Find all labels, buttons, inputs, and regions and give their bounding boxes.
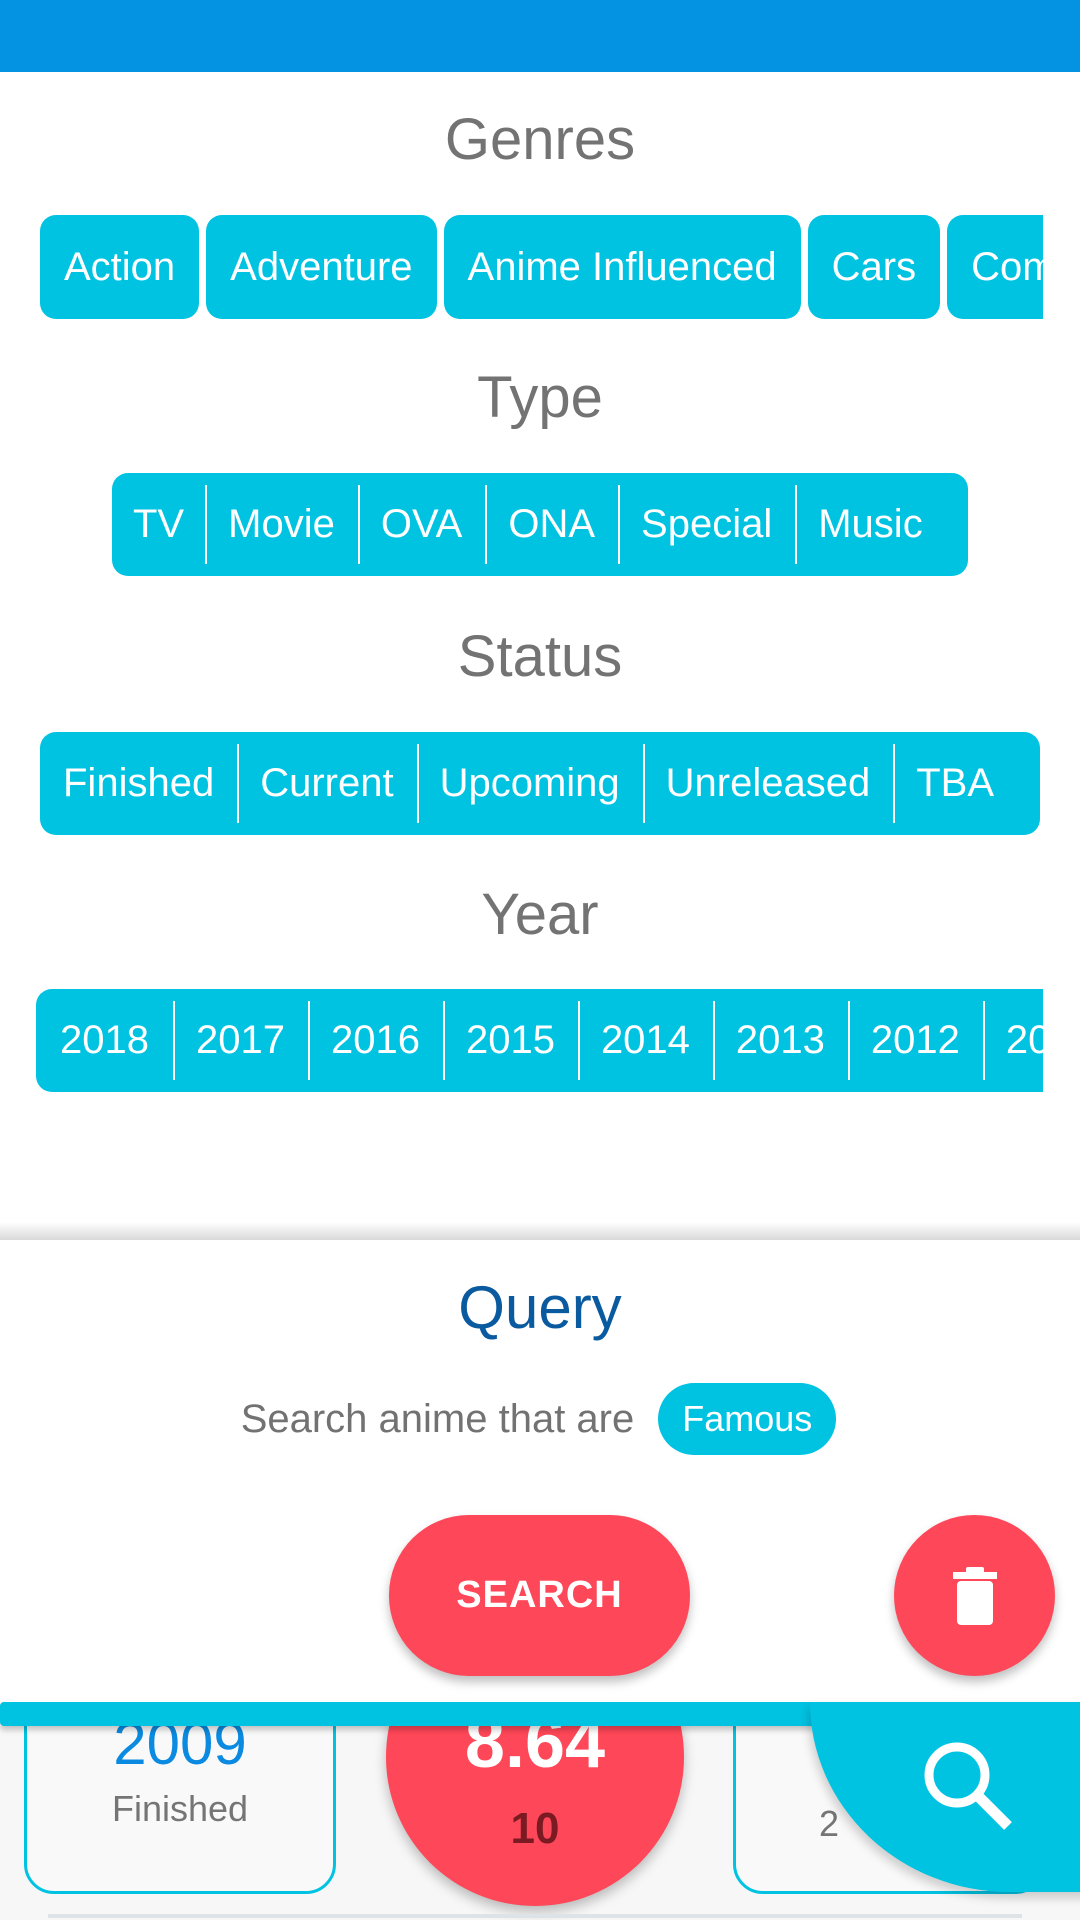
status-segmented-control: Finished Current Upcoming Unreleased TBA: [40, 732, 1040, 835]
clear-query-button[interactable]: [894, 1515, 1055, 1676]
genres-title: Genres: [444, 107, 636, 172]
status-title: Status: [457, 624, 623, 689]
genre-chip[interactable]: Cars: [807, 215, 941, 319]
trash-icon: [952, 1566, 997, 1625]
score-badge: 8.64 10: [386, 1726, 684, 1906]
type-option[interactable]: ONA: [485, 473, 618, 576]
type-option[interactable]: Special: [618, 473, 795, 576]
year-option[interactable]: 2017: [172, 989, 308, 1092]
type-option[interactable]: OVA: [357, 473, 486, 576]
status-option[interactable]: Current: [237, 732, 416, 835]
genres-chip-row[interactable]: ActionAdventureAnime InfluencedCarsComed…: [40, 215, 1043, 319]
year-title: Year: [481, 882, 599, 947]
genre-chip[interactable]: Comedy: [947, 215, 1043, 319]
year-option[interactable]: 2012: [847, 989, 983, 1092]
genre-chip[interactable]: Anime Influenced: [443, 215, 801, 319]
query-chip-famous[interactable]: Famous: [658, 1383, 837, 1455]
card-year: 2009: [113, 1726, 247, 1777]
year-option[interactable]: 2018: [36, 989, 173, 1092]
year-option[interactable]: 2011: [982, 989, 1043, 1092]
panel-divider: [0, 1222, 1080, 1240]
type-option[interactable]: TV: [112, 473, 205, 576]
status-option[interactable]: TBA: [893, 732, 1017, 835]
query-title: Query: [458, 1274, 622, 1341]
year-option[interactable]: 2013: [712, 989, 848, 1092]
year-segmented-control[interactable]: 2018 2017 2016 2015 2014 2013 2012 2011: [36, 989, 1043, 1092]
year-option[interactable]: 2015: [442, 989, 578, 1092]
score-max: 10: [510, 1804, 560, 1853]
status-option[interactable]: Unreleased: [642, 732, 894, 835]
app-bar: [0, 0, 1080, 72]
type-option[interactable]: Movie: [205, 473, 358, 576]
type-segmented-control: TV Movie OVA ONA Special Music: [112, 473, 968, 576]
query-prefix: Search anime that are: [240, 1396, 635, 1441]
search-button[interactable]: SEARCH: [389, 1515, 690, 1676]
genre-chip[interactable]: Adventure: [206, 215, 437, 319]
year-option[interactable]: 2014: [577, 989, 713, 1092]
type-option[interactable]: Music: [795, 473, 945, 576]
query-summary: Search anime that are Famous: [0, 1383, 1080, 1455]
score-value: 8.64: [464, 1726, 606, 1783]
status-option[interactable]: Finished: [40, 732, 237, 835]
status-option[interactable]: Upcoming: [416, 732, 643, 835]
card-status: Finished: [111, 1788, 249, 1829]
search-icon[interactable]: [920, 1738, 1016, 1834]
year-option[interactable]: 2016: [307, 989, 443, 1092]
genre-chip[interactable]: Action: [40, 215, 200, 319]
year-status-card: 2009 Finished: [24, 1726, 336, 1894]
type-title: Type: [477, 365, 603, 430]
divider-line: [48, 1914, 1022, 1918]
